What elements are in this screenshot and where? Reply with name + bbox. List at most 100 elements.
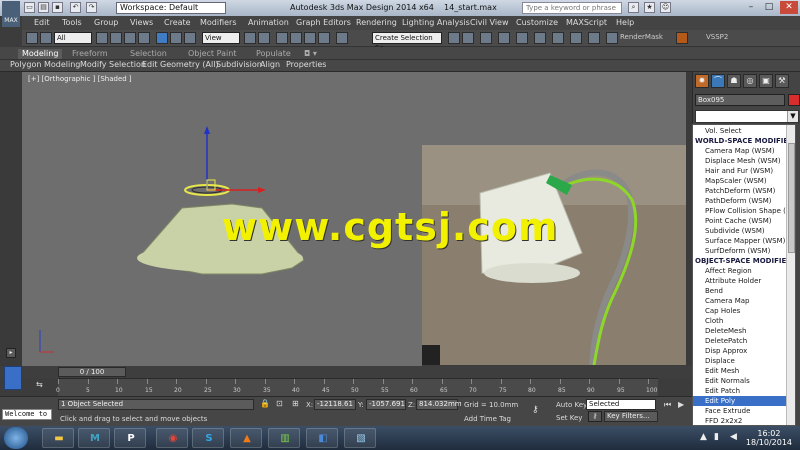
modifier-list-item[interactable]: DeletePatch bbox=[693, 336, 786, 346]
menu-modifiers[interactable]: Modifiers bbox=[200, 18, 237, 27]
motion-tab-icon[interactable]: ◎ bbox=[743, 74, 757, 88]
subtab-modify-selection[interactable]: Modify Selection bbox=[80, 60, 146, 71]
named-selection-set-dropdown[interactable]: Create Selection Se bbox=[372, 32, 442, 52]
mini-viewport-icon[interactable] bbox=[4, 366, 22, 390]
goto-start-icon[interactable]: ⏮ bbox=[664, 400, 671, 410]
scale-icon[interactable] bbox=[184, 32, 196, 44]
link-icon[interactable] bbox=[40, 32, 52, 44]
chevron-down-icon[interactable]: ▼ bbox=[787, 111, 798, 122]
menu-create[interactable]: Create bbox=[164, 18, 191, 27]
pixel-app-icon[interactable]: P bbox=[114, 428, 146, 448]
skype-icon[interactable]: S bbox=[192, 428, 224, 448]
material-editor-icon[interactable] bbox=[552, 32, 564, 44]
minimize-icon[interactable]: – bbox=[742, 1, 760, 14]
modifier-list-item[interactable]: PatchDeform (WSM) bbox=[693, 186, 786, 196]
open-file-icon[interactable]: ▤ bbox=[38, 2, 49, 13]
hierarchy-tab-icon[interactable]: ☗ bbox=[727, 74, 741, 88]
modifier-list-item[interactable]: PFlow Collision Shape (WSM) bbox=[693, 206, 786, 216]
render-icon[interactable] bbox=[676, 32, 688, 44]
modifier-list-item[interactable]: Displace bbox=[693, 356, 786, 366]
subtab-geometry-all[interactable]: Geometry (All) bbox=[160, 60, 219, 71]
modifier-dropdown-list[interactable]: Vol. SelectWORLD-SPACE MODIFIERSCamera M… bbox=[692, 124, 796, 426]
modify-tab-icon[interactable]: ⌒ bbox=[711, 74, 725, 88]
system-clock[interactable]: 16:02 18/10/2014 bbox=[746, 429, 792, 447]
maximize-icon[interactable]: □ bbox=[760, 1, 778, 14]
region-select-icon[interactable] bbox=[124, 32, 136, 44]
pivot-icon[interactable] bbox=[244, 32, 256, 44]
modifier-list-dropdown[interactable]: ▼ bbox=[695, 110, 799, 123]
window-crossing-icon[interactable] bbox=[138, 32, 150, 44]
modifier-list-item[interactable]: PathDeform (WSM) bbox=[693, 196, 786, 206]
modifier-list-item[interactable]: SurfDeform (WSM) bbox=[693, 246, 786, 256]
auto-key-button[interactable]: Auto Key bbox=[556, 401, 587, 409]
modifier-list-item[interactable]: Surface Mapper (WSM) bbox=[693, 236, 786, 246]
modifier-list-item[interactable]: Displace Mesh (WSM) bbox=[693, 156, 786, 166]
track-bar-toggle-icon[interactable]: ⇆ bbox=[36, 380, 46, 390]
chrome-icon[interactable]: ◉ bbox=[156, 428, 188, 448]
render-setup-icon[interactable] bbox=[570, 32, 582, 44]
tray-arrow-icon[interactable]: ▲ bbox=[700, 432, 707, 442]
volume-icon[interactable]: ◀ bbox=[730, 432, 737, 442]
snap-icon[interactable] bbox=[276, 32, 288, 44]
layer-manager-icon[interactable] bbox=[480, 32, 492, 44]
y-coordinate-field[interactable]: -1057.691 bbox=[366, 399, 406, 410]
mirror-icon[interactable] bbox=[448, 32, 460, 44]
spinner-snap-icon[interactable] bbox=[318, 32, 330, 44]
create-tab-icon[interactable]: ✹ bbox=[695, 74, 709, 88]
viewport-expand-icon[interactable]: ▸ bbox=[6, 348, 16, 358]
workspace-dropdown[interactable]: Workspace: Default bbox=[116, 2, 226, 14]
object-color-swatch[interactable] bbox=[788, 94, 800, 106]
search-icon[interactable]: ⌕ bbox=[628, 2, 639, 13]
set-key-button[interactable]: Set Key bbox=[556, 414, 582, 422]
help-search-input[interactable]: Type a keyword or phrase bbox=[522, 2, 622, 14]
key-filters-button[interactable]: Key Filters... bbox=[604, 411, 658, 422]
maxscript-listener-input[interactable]: Welcome to bbox=[2, 409, 52, 420]
dropdown-scroll-thumb[interactable] bbox=[788, 143, 795, 253]
render-mask-label[interactable]: RenderMask bbox=[620, 33, 663, 41]
user-icon[interactable]: ☺ bbox=[660, 2, 671, 13]
subtab-properties[interactable]: Properties bbox=[286, 60, 326, 71]
modifier-list-item[interactable]: Vol. Select bbox=[693, 126, 786, 136]
menu-views[interactable]: Views bbox=[130, 18, 153, 27]
angle-snap-icon[interactable] bbox=[290, 32, 302, 44]
menu-customize[interactable]: Customize bbox=[516, 18, 558, 27]
percent-snap-icon[interactable] bbox=[304, 32, 316, 44]
undo-icon[interactable]: ↶ bbox=[70, 2, 81, 13]
menu-animation[interactable]: Animation bbox=[248, 18, 289, 27]
select-by-name-icon[interactable] bbox=[110, 32, 122, 44]
tab-selection[interactable]: Selection bbox=[130, 49, 167, 59]
new-file-icon[interactable]: ▭ bbox=[24, 2, 35, 13]
vlc-icon[interactable]: ▲ bbox=[230, 428, 262, 448]
time-slider[interactable]: 0 / 100 bbox=[58, 367, 126, 377]
isolate-icon[interactable]: ⊡ bbox=[276, 399, 286, 409]
modifier-list-item[interactable]: Edit Poly bbox=[693, 396, 786, 406]
schematic-view-icon[interactable] bbox=[534, 32, 546, 44]
modifier-list-item[interactable]: Edit Normals bbox=[693, 376, 786, 386]
modifier-list-item[interactable]: Bend bbox=[693, 286, 786, 296]
modifier-list-item[interactable]: Point Cache (WSM) bbox=[693, 216, 786, 226]
menu-lighting-analysis[interactable]: Lighting Analysis bbox=[402, 18, 470, 27]
menu-edit[interactable]: Edit bbox=[34, 18, 50, 27]
menu-tools[interactable]: Tools bbox=[62, 18, 82, 27]
curve-editor-icon[interactable] bbox=[516, 32, 528, 44]
modifier-list-item[interactable]: Disp Approx bbox=[693, 346, 786, 356]
set-key-icon[interactable]: ⚷ bbox=[588, 411, 602, 422]
menu-maxscript[interactable]: MAXScript bbox=[566, 18, 607, 27]
lock-selection-icon[interactable]: 🔒 bbox=[260, 399, 270, 409]
menu-rendering[interactable]: Rendering bbox=[356, 18, 397, 27]
subtab-edit[interactable]: Edit bbox=[142, 60, 158, 71]
menu-help[interactable]: Help bbox=[616, 18, 634, 27]
absolute-mode-icon[interactable]: ⊞ bbox=[292, 399, 302, 409]
redo-icon[interactable]: ↷ bbox=[86, 2, 97, 13]
subtab-subdivision[interactable]: Subdivision bbox=[216, 60, 262, 71]
recorder-icon[interactable]: ▥ bbox=[268, 428, 300, 448]
x-coordinate-field[interactable]: -12118.61 bbox=[314, 399, 356, 410]
modifier-list-item[interactable]: Affect Region bbox=[693, 266, 786, 276]
app-logo[interactable]: MAX bbox=[2, 1, 20, 27]
file-explorer-icon[interactable]: ▬ bbox=[42, 428, 74, 448]
modifier-list-item[interactable]: Face Extrude bbox=[693, 406, 786, 416]
menu-civil-view[interactable]: Civil View bbox=[470, 18, 509, 27]
modifier-list-item[interactable]: DeleteMesh bbox=[693, 326, 786, 336]
menu-graph-editors[interactable]: Graph Editors bbox=[296, 18, 351, 27]
max-viewer-icon[interactable]: ◧ bbox=[306, 428, 338, 448]
